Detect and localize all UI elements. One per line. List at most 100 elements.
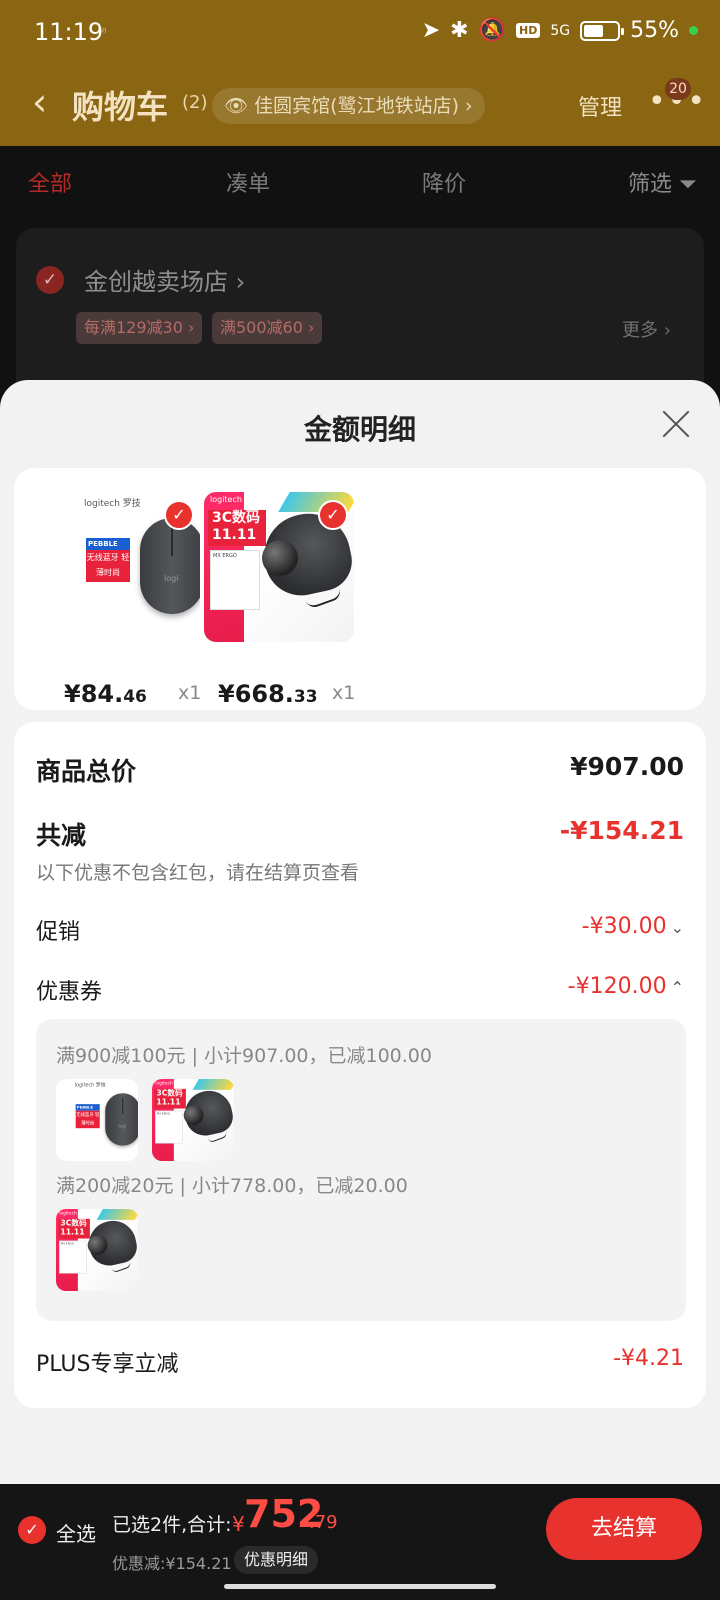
amount-detail-sheet: 金额明细 logitech 罗技 PEBBLE 无线蓝牙 轻薄时尚 logi ✓…	[0, 380, 720, 1484]
store-more-link[interactable]: 更多 ›	[622, 316, 671, 342]
product-quantity: x1	[332, 682, 356, 704]
home-indicator[interactable]	[224, 1584, 496, 1589]
select-all-label[interactable]: 全选	[56, 1518, 96, 1547]
clock: 11:19	[34, 18, 104, 46]
discount-amount: 优惠减:¥154.21	[112, 1554, 232, 1573]
coupon-row[interactable]: -¥120.00 ⌃	[568, 974, 684, 999]
amount-breakdown: 商品总价 ¥907.00 共减 -¥154.21 以下优惠不包含红包，请在结算页…	[14, 722, 706, 1408]
product-promo-text: 无线蓝牙 轻薄时尚	[75, 1110, 100, 1129]
delivery-location[interactable]: 👁 佳圆宾馆(鹭江地铁站店) ›	[212, 88, 485, 124]
check-icon: ✓	[164, 500, 194, 530]
product-box-label: MX ERGO	[59, 1240, 87, 1274]
product-quantity: x1	[178, 682, 202, 704]
promo-tag[interactable]: 满500减60 ›	[212, 312, 323, 344]
delivery-location-text: 佳圆宾馆(鹭江地铁站店) ›	[254, 95, 473, 117]
reduction-value: -¥154.21	[559, 816, 684, 845]
message-badge: 20	[665, 78, 691, 100]
chevron-down-icon: ⌄	[670, 918, 684, 937]
select-all-check-icon[interactable]: ✓	[18, 1516, 46, 1544]
product-logo: logitech 罗技	[74, 1082, 106, 1089]
product-promo-text: 3C数码 11.11	[154, 1088, 186, 1109]
page-title: 购物车	[72, 88, 169, 126]
reduction-label: 共减	[36, 821, 87, 850]
mute-icon: 🔕	[478, 18, 506, 43]
product-logo: logitech 罗技	[84, 499, 141, 509]
tab-bundle[interactable]: 凑单	[226, 166, 270, 198]
mouse-logo: logi	[118, 1123, 127, 1129]
cart-tabs: 全部 凑单 降价 筛选 ⏷	[0, 146, 720, 216]
promotion-row[interactable]: -¥30.00 ⌄	[582, 914, 684, 939]
product-box-label: MX ERGO	[155, 1110, 183, 1144]
total-decimal: .79	[309, 1512, 338, 1533]
promotion-value: -¥30.00	[581, 914, 667, 939]
cart-count: (2)	[182, 92, 208, 113]
product-promo-text: 3C数码 11.11	[58, 1218, 90, 1239]
total-currency: ¥	[232, 1512, 245, 1536]
manage-button[interactable]: 管理	[578, 90, 622, 122]
close-icon[interactable]	[660, 408, 692, 440]
total-value: ¥907.00	[570, 752, 684, 781]
trackball-ball	[183, 1105, 204, 1125]
product-price: ¥84.46	[64, 680, 147, 708]
product-image: logitech 罗技 3C数码 11.11 MX ERGO ✓	[204, 492, 354, 642]
coupon-label: 优惠券	[36, 980, 103, 1005]
promotion-label: 促销	[36, 920, 81, 945]
plus-label: PLUS专享立减	[36, 1352, 179, 1377]
checkout-bar: ✓ 全选 已选2件,合计: ¥ 752 .79 优惠减:¥154.21 优惠明细…	[0, 1484, 720, 1600]
tab-all[interactable]: 全部	[28, 166, 72, 198]
price-integer: ¥668.	[218, 680, 294, 708]
plus-value: -¥4.21	[613, 1346, 684, 1371]
price-decimal: 33	[293, 687, 318, 707]
price-integer: ¥84.	[64, 680, 124, 708]
discount-detail-button[interactable]: 优惠明细	[234, 1546, 319, 1574]
product-logo: logitech 罗技	[210, 495, 261, 504]
hd-icon: HD	[515, 23, 541, 38]
coupon-product-thumb: logitech 罗技 PEBBLE 无线蓝牙 轻薄时尚 logi	[56, 1079, 138, 1161]
signal-icon: 5G	[550, 22, 571, 39]
coupon-rule: 满200减20元 | 小计778.00，已减20.00	[56, 1175, 408, 1197]
product-logo: logitech 罗技	[155, 1080, 183, 1086]
trackball-ball	[87, 1235, 108, 1255]
product-logo: logitech 罗技	[59, 1210, 87, 1216]
selected-products: logitech 罗技 PEBBLE 无线蓝牙 轻薄时尚 logi ✓ ¥84.…	[14, 468, 706, 710]
store-name[interactable]: 金创越卖场店 ›	[84, 262, 245, 297]
trackball-ball	[262, 540, 298, 576]
cart-header: ‹ 购物车 (2) 👁 佳圆宾馆(鹭江地铁站店) › 管理 ••• 20	[0, 66, 720, 146]
coupon-value: -¥120.00	[567, 974, 667, 999]
status-bar: 11:19 ⁰ ➤ ✱ 🔕 HD 5G 55%	[0, 0, 720, 66]
price-decimal: 46	[123, 687, 147, 707]
promo-tag[interactable]: 每满129减30 ›	[76, 312, 203, 344]
chevron-up-icon: ⌃	[670, 978, 684, 997]
coupon-rule: 满900减100元 | 小计907.00，已减100.00	[56, 1045, 432, 1067]
battery-percent: 55%	[630, 18, 679, 43]
store-card: ✓ 金创越卖场店 › 每满129减30 › 满500减60 › 更多 ›	[16, 228, 704, 398]
check-icon: ✓	[318, 500, 348, 530]
eye-icon: 👁	[224, 95, 255, 117]
mouse-picture: logi	[105, 1093, 138, 1146]
mouse-logo: logi	[164, 574, 179, 583]
total-label: 商品总价	[36, 757, 137, 786]
store-check-icon[interactable]: ✓	[36, 266, 64, 294]
status-extra: ⁰	[102, 26, 107, 39]
mouse-picture: logi	[140, 518, 200, 614]
product-promo-text: 无线蓝牙 轻薄时尚	[86, 550, 130, 582]
filter-button[interactable]: 筛选 ⏷	[628, 166, 697, 198]
product-promo-text: 3C数码 11.11	[208, 510, 266, 546]
location-icon: ➤	[421, 18, 441, 43]
reduction-note: 以下优惠不包含红包，请在结算页查看	[36, 862, 360, 884]
status-icons: ➤ ✱ 🔕 HD 5G 55%	[422, 18, 698, 43]
battery-icon	[580, 20, 625, 41]
back-icon[interactable]: ‹	[32, 80, 47, 124]
coupon-detail: 满900减100元 | 小计907.00，已减100.00 logitech 罗…	[36, 1019, 686, 1321]
tab-price-drop[interactable]: 降价	[422, 166, 466, 198]
summary-label: 已选2件,合计:	[112, 1514, 232, 1536]
sheet-title: 金额明细	[303, 413, 416, 446]
product-tag: PEBBLE	[86, 538, 130, 550]
product-box-label: MX ERGO	[210, 550, 260, 610]
checkout-button[interactable]: 去结算	[546, 1498, 702, 1560]
product-price: ¥668.33	[218, 680, 318, 708]
product-image: logitech 罗技 PEBBLE 无线蓝牙 轻薄时尚 logi ✓	[50, 492, 200, 642]
coupon-product-thumb: logitech 罗技 3C数码 11.11 MX ERGO	[56, 1209, 138, 1291]
bluetooth-icon: ✱	[450, 18, 469, 43]
coupon-product-thumb: logitech 罗技 3C数码 11.11 MX ERGO	[152, 1079, 234, 1161]
